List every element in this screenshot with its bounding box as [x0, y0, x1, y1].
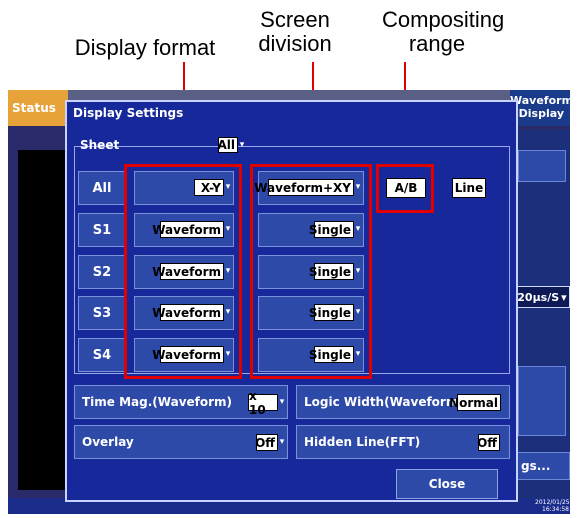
row-label-s1: S1: [78, 213, 126, 247]
line-button[interactable]: Line: [452, 178, 486, 198]
highlight-display-format: [124, 164, 242, 379]
waveform-display-tab[interactable]: Waveform Display: [510, 90, 570, 126]
highlight-compositing-range: [376, 164, 434, 213]
annotation-screen-division-line1: Screen: [260, 7, 330, 32]
annotation-display-format: Display format: [74, 35, 216, 60]
time-text: 16:34:58: [542, 506, 569, 513]
time-mag-label: Time Mag.(Waveform): [82, 395, 233, 409]
logic-width-label: Logic Width(Waveform): [304, 395, 464, 409]
overlay-dropdown[interactable]: Off: [255, 434, 278, 451]
annotation-screen-division: Screen division: [240, 8, 350, 56]
waveform-area: [18, 150, 68, 490]
row-label-s4: S4: [78, 338, 126, 372]
chevron-down-icon: ▾: [561, 290, 567, 304]
right-panel-button-2[interactable]: [518, 366, 566, 436]
status-tab[interactable]: Status: [8, 90, 68, 126]
annotation-compositing-range: Compositing range: [382, 7, 505, 56]
time-mag-dropdown[interactable]: x 10: [248, 389, 278, 417]
sheet-label: Sheet: [80, 138, 120, 152]
timebase-value: 20μs/S: [517, 290, 560, 304]
hidden-line-dropdown[interactable]: Off: [477, 434, 500, 451]
overlay-label: Overlay: [82, 435, 134, 449]
right-panel-button-1[interactable]: [518, 150, 566, 182]
row-label-s2: S2: [78, 255, 126, 289]
sheet-dropdown[interactable]: All: [217, 137, 238, 153]
logic-width-dropdown[interactable]: Normal: [449, 394, 501, 411]
date-time: 2012/01/25 16:34:58: [535, 499, 570, 513]
date-text: 2012/01/25: [535, 499, 570, 506]
settings-button-label: gs...: [521, 459, 551, 473]
chevron-down-icon: ▾: [239, 140, 245, 150]
waveform-display-tab-line1: Waveform: [510, 94, 570, 107]
hidden-line-label: Hidden Line(FFT): [304, 435, 421, 449]
highlight-screen-division: [250, 164, 372, 379]
annotation-compositing-range-line1: Compositing: [382, 7, 505, 32]
settings-button[interactable]: gs...: [514, 452, 570, 480]
close-button[interactable]: Close: [396, 469, 498, 499]
dialog-title: Display Settings: [73, 106, 184, 120]
waveform-display-tab-line2: Display: [518, 107, 564, 120]
annotation-compositing-range-line2: range: [408, 31, 466, 56]
row-label-all: All: [78, 171, 126, 205]
annotation-screen-division-line2: division: [258, 31, 332, 56]
timebase-dropdown[interactable]: 20μs/S ▾: [514, 286, 570, 308]
chevron-down-icon: ▾: [279, 397, 285, 407]
chevron-down-icon: ▾: [279, 437, 285, 447]
row-label-s3: S3: [78, 296, 126, 330]
